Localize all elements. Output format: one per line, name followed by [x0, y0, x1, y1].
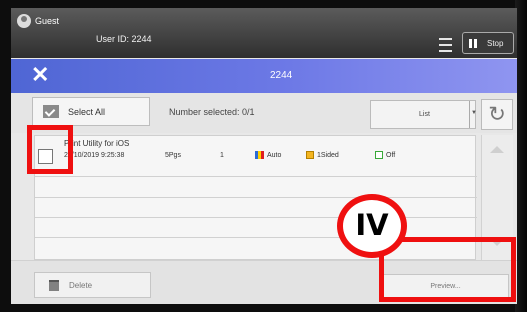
delete-button[interactable]: Delete: [34, 272, 151, 298]
check-icon: [43, 105, 59, 118]
select-all-button[interactable]: Select All: [32, 97, 150, 126]
guest-label: Guest: [35, 16, 60, 26]
pause-icon: [469, 38, 477, 48]
title-bar: ✕ 2244: [11, 59, 517, 93]
job-date: 21/10/2019 9:25:38: [64, 152, 125, 159]
select-all-label: Select All: [68, 106, 106, 117]
staple-icon: [375, 151, 383, 159]
user-id-label: User ID: 2244: [96, 34, 152, 44]
stop-button[interactable]: Stop: [462, 32, 514, 54]
job-sided-setting: 1Sided: [306, 151, 339, 159]
job-color-setting: Auto: [255, 151, 281, 159]
color-mode-icon: [255, 151, 264, 159]
top-status-bar: Guest User ID: 2244 Stop: [11, 8, 517, 58]
refresh-icon: ↻: [488, 103, 506, 126]
number-selected-label: Number selected: 0/1: [169, 107, 255, 117]
user-icon: [17, 14, 31, 28]
step-badge: IV: [337, 194, 407, 258]
delete-label: Delete: [69, 280, 93, 290]
job-name: Print Utility for iOS: [64, 139, 130, 148]
guest-indicator[interactable]: Guest: [17, 14, 59, 28]
scroll-up-icon[interactable]: [490, 146, 504, 153]
job-sided-label: 1Sided: [317, 151, 339, 159]
job-toolbar: Select All Number selected: 0/1 List ▼ ↻: [11, 93, 517, 133]
chevron-down-icon: ▼: [471, 110, 477, 116]
row-divider: [35, 176, 477, 177]
preview-highlight: [379, 237, 516, 302]
job-copies: 1: [220, 152, 224, 159]
job-staple-setting: Off: [375, 151, 395, 159]
job-pages: 5Pgs: [165, 152, 181, 159]
view-selector[interactable]: List ▼: [370, 100, 477, 129]
job-staple-label: Off: [386, 151, 396, 159]
checkbox-highlight: [27, 125, 73, 174]
close-icon[interactable]: ✕: [31, 62, 49, 88]
stop-label: Stop: [487, 38, 504, 48]
menu-icon[interactable]: [439, 38, 452, 52]
sided-icon: [306, 151, 314, 159]
page-title: 2244: [270, 70, 293, 81]
row-divider: [35, 197, 477, 198]
view-label: List: [419, 111, 430, 118]
refresh-button[interactable]: ↻: [481, 99, 513, 130]
view-divider: [469, 101, 470, 128]
job-color-label: Auto: [267, 151, 282, 159]
trash-icon: [49, 279, 59, 291]
row-divider: [35, 217, 477, 218]
